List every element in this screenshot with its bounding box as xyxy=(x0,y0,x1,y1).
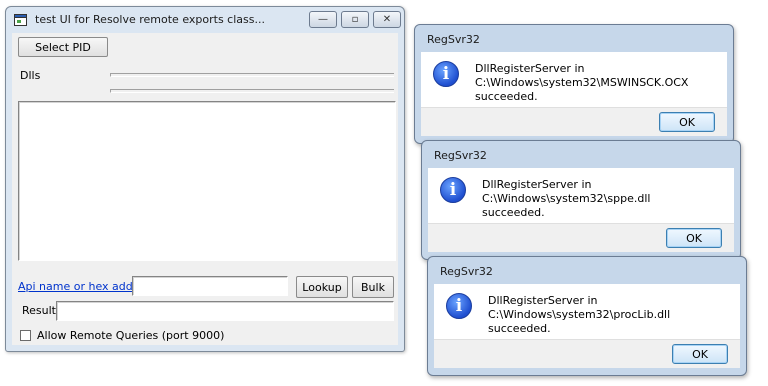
dialog-title: RegSvr32 xyxy=(427,33,480,46)
maximize-button[interactable]: ▫ xyxy=(341,11,369,28)
ok-button[interactable]: OK xyxy=(659,112,715,132)
allow-remote-checkbox[interactable] xyxy=(20,330,31,341)
dialog-footer: OK xyxy=(428,223,734,252)
minimize-icon: — xyxy=(318,14,328,25)
window-title: test UI for Resolve remote exports class… xyxy=(35,13,265,26)
dialog-message: DllRegisterServer in C:\Windows\system32… xyxy=(488,294,728,336)
ok-label: OK xyxy=(679,115,695,129)
regsvr32-dialog-1: RegSvr32 i DllRegisterServer in C:\Windo… xyxy=(414,24,734,144)
dialog-title: RegSvr32 xyxy=(440,265,493,278)
allow-remote-label: Allow Remote Queries (port 9000) xyxy=(37,329,225,342)
dialog-body: i DllRegisterServer in C:\Windows\system… xyxy=(434,284,740,368)
result-field[interactable] xyxy=(56,301,394,321)
dlls-separator-bottom xyxy=(110,89,394,93)
regsvr32-dialog-3: RegSvr32 i DllRegisterServer in C:\Windo… xyxy=(427,256,747,376)
lookup-label: Lookup xyxy=(302,280,342,294)
close-button[interactable]: ✕ xyxy=(373,11,401,28)
dll-list[interactable] xyxy=(18,101,396,261)
dialog-message-line2: succeeded. xyxy=(488,322,551,335)
dlls-label: Dlls xyxy=(20,69,41,82)
ok-button[interactable]: OK xyxy=(672,344,728,364)
select-pid-button[interactable]: Select PID xyxy=(18,37,108,57)
dialog-message-line2: C:\Windows\system32\MSWINSCK.OCX succeed… xyxy=(475,76,689,103)
ok-label: OK xyxy=(692,347,708,361)
dialog-message-line1: DllRegisterServer in C:\Windows\system32… xyxy=(488,294,671,321)
main-titlebar[interactable]: test UI for Resolve remote exports class… xyxy=(6,7,404,33)
ok-button[interactable]: OK xyxy=(666,228,722,248)
result-label: Result xyxy=(22,304,56,317)
main-window: test UI for Resolve remote exports class… xyxy=(5,6,405,352)
ok-label: OK xyxy=(686,231,702,245)
api-name-input[interactable] xyxy=(132,276,288,296)
select-pid-label: Select PID xyxy=(35,40,91,54)
bulk-label: Bulk xyxy=(361,280,385,294)
dialog-title: RegSvr32 xyxy=(434,149,487,162)
dialog-message-line1: DllRegisterServer in xyxy=(475,62,585,75)
dialog-footer: OK xyxy=(434,339,740,368)
dialog-message-line2: succeeded. xyxy=(482,206,545,219)
bulk-button[interactable]: Bulk xyxy=(352,276,394,298)
close-icon: ✕ xyxy=(382,14,392,25)
dlls-separator-top xyxy=(110,73,394,77)
dialog-message: DllRegisterServer in C:\Windows\system32… xyxy=(475,62,715,104)
info-icon: i xyxy=(446,293,472,319)
minimize-button[interactable]: — xyxy=(309,11,337,28)
app-icon xyxy=(14,14,27,26)
regsvr32-dialog-2: RegSvr32 i DllRegisterServer in C:\Windo… xyxy=(421,140,741,260)
dialog-footer: OK xyxy=(421,107,727,136)
main-client-area: Select PID Dlls Api name or hex address … xyxy=(12,33,398,345)
dialog-body: i DllRegisterServer in C:\Windows\system… xyxy=(421,52,727,136)
info-icon: i xyxy=(433,61,459,87)
lookup-button[interactable]: Lookup xyxy=(296,276,348,298)
dialog-body: i DllRegisterServer in C:\Windows\system… xyxy=(428,168,734,252)
dialog-message: DllRegisterServer in C:\Windows\system32… xyxy=(482,178,722,220)
info-icon: i xyxy=(440,177,466,203)
dialog-message-line1: DllRegisterServer in C:\Windows\system32… xyxy=(482,178,651,205)
maximize-icon: ▫ xyxy=(351,14,359,25)
